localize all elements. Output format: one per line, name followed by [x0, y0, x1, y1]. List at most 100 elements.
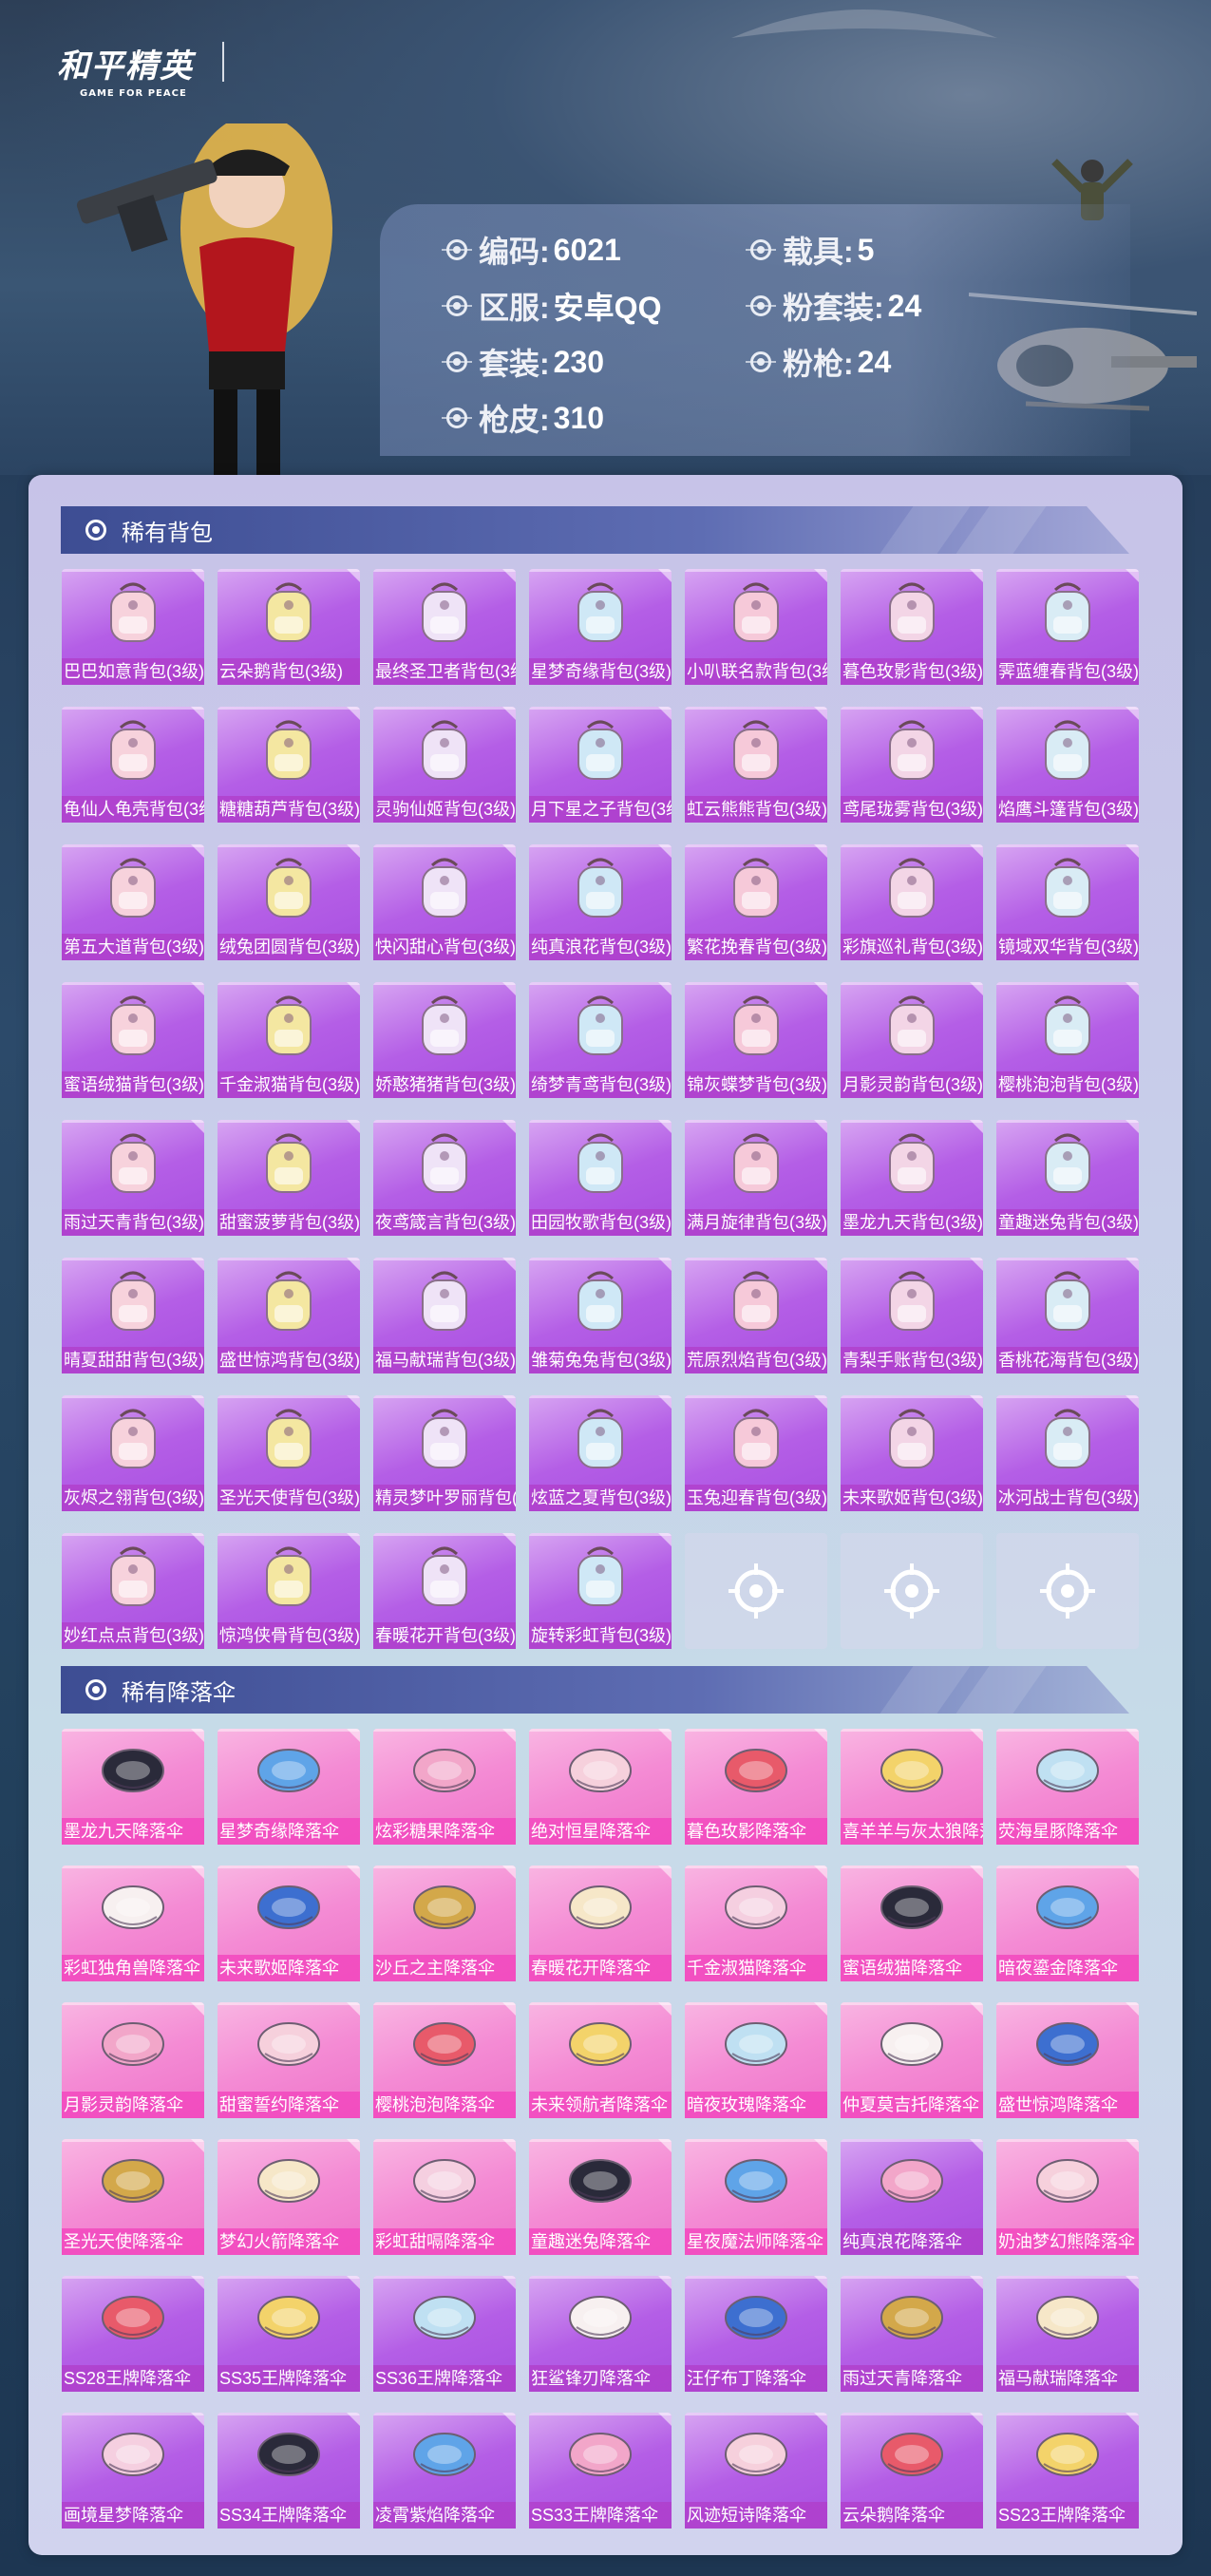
backpack-item[interactable]: 晴夏甜甜背包(3级) — [62, 1258, 204, 1373]
parachute-item[interactable]: 汪仔布丁降落伞 — [685, 2276, 827, 2392]
backpack-item[interactable]: 巴巴如意背包(3级) — [62, 569, 204, 685]
backpack-item[interactable]: 月影灵韵背包(3级) — [841, 982, 983, 1098]
parachute-item[interactable]: SS33王牌降落伞 — [529, 2413, 672, 2529]
backpack-item[interactable]: 鸢尾珑雾背包(3级) — [841, 707, 983, 823]
backpack-item[interactable]: 小叭联名款背包(3级) — [685, 569, 827, 685]
item-label: 雨过天青背包(3级) — [62, 1209, 204, 1236]
backpack-item[interactable]: 灵驹仙姬背包(3级) — [373, 707, 516, 823]
parachute-item[interactable]: 暗夜玫瑰降落伞 — [685, 2002, 827, 2118]
parachute-item[interactable]: 炫彩糖果降落伞 — [373, 1729, 516, 1845]
backpack-item[interactable]: 镜域双华背包(3级) — [996, 844, 1139, 960]
backpack-item[interactable]: 月下星之子背包(3级) — [529, 707, 672, 823]
backpack-item[interactable]: 圣光天使背包(3级) — [218, 1395, 360, 1511]
backpack-item[interactable]: 冰河战士背包(3级) — [996, 1395, 1139, 1511]
backpack-item[interactable]: 妙红点点背包(3级) — [62, 1533, 204, 1649]
backpack-item[interactable]: 旋转彩虹背包(3级) — [529, 1533, 672, 1649]
backpack-item[interactable]: 春暖花开背包(3级) — [373, 1533, 516, 1649]
card-corner — [1126, 2276, 1139, 2289]
parachute-item[interactable]: 月影灵韵降落伞 — [62, 2002, 204, 2118]
backpack-item[interactable]: 田园牧歌背包(3级) — [529, 1120, 672, 1236]
backpack-item[interactable]: 霁蓝缠春背包(3级) — [996, 569, 1139, 685]
backpack-item[interactable]: 玉兔迎春背包(3级) — [685, 1395, 827, 1511]
backpack-item[interactable]: 满月旋律背包(3级) — [685, 1120, 827, 1236]
backpack-item[interactable]: 惊鸿侠骨背包(3级) — [218, 1533, 360, 1649]
backpack-item[interactable]: 雨过天青背包(3级) — [62, 1120, 204, 1236]
backpack-item[interactable]: 彩旗巡礼背包(3级) — [841, 844, 983, 960]
parachute-item[interactable]: 奶油梦幻熊降落伞 — [996, 2139, 1139, 2255]
backpack-item[interactable]: 夜鸢箴言背包(3级) — [373, 1120, 516, 1236]
backpack-item[interactable]: 童趣迷兔背包(3级) — [996, 1120, 1139, 1236]
card-top-line — [373, 2276, 516, 2279]
parachute-item[interactable]: 仲夏莫吉托降落伞 — [841, 2002, 983, 2118]
backpack-item[interactable]: 墨龙九天背包(3级) — [841, 1120, 983, 1236]
parachute-item[interactable]: 春暖花开降落伞 — [529, 1866, 672, 1981]
backpack-item[interactable]: 暮色玫影背包(3级) — [841, 569, 983, 685]
backpack-item[interactable]: 炫蓝之夏背包(3级) — [529, 1395, 672, 1511]
backpack-item[interactable]: 精灵梦叶罗丽背包(3级) — [373, 1395, 516, 1511]
backpack-item[interactable]: 绒兔团圆背包(3级) — [218, 844, 360, 960]
backpack-item[interactable]: 福马献瑞背包(3级) — [373, 1258, 516, 1373]
parachute-item[interactable]: 千金淑猫降落伞 — [685, 1866, 827, 1981]
parachute-item[interactable]: 雨过天青降落伞 — [841, 2276, 983, 2392]
backpack-item[interactable]: 樱桃泡泡背包(3级) — [996, 982, 1139, 1098]
parachute-item[interactable]: 沙丘之主降落伞 — [373, 1866, 516, 1981]
parachute-item[interactable]: 星夜魔法师降落伞 — [685, 2139, 827, 2255]
backpack-item[interactable]: 第五大道背包(3级) — [62, 844, 204, 960]
backpack-item[interactable]: 千金淑猫背包(3级) — [218, 982, 360, 1098]
parachute-item[interactable]: 梦幻火箭降落伞 — [218, 2139, 360, 2255]
parachute-item[interactable]: SS28王牌降落伞 — [62, 2276, 204, 2392]
backpack-item[interactable]: 星梦奇缘背包(3级) — [529, 569, 672, 685]
parachute-item[interactable]: 墨龙九天降落伞 — [62, 1729, 204, 1845]
parachute-item[interactable]: 圣光天使降落伞 — [62, 2139, 204, 2255]
parachute-item[interactable]: 甜蜜誓约降落伞 — [218, 2002, 360, 2118]
parachute-item[interactable]: 童趣迷兔降落伞 — [529, 2139, 672, 2255]
backpack-item[interactable]: 盛世惊鸿背包(3级) — [218, 1258, 360, 1373]
backpack-item[interactable]: 荒原烈焰背包(3级) — [685, 1258, 827, 1373]
backpack-item[interactable]: 龟仙人龟壳背包(3级) — [62, 707, 204, 823]
backpack-item[interactable]: 青梨手账背包(3级) — [841, 1258, 983, 1373]
parachute-item[interactable]: 暮色玫影降落伞 — [685, 1729, 827, 1845]
backpack-item[interactable]: 焰鹰斗篷背包(3级) — [996, 707, 1139, 823]
item-label: 月下星之子背包(3级) — [529, 796, 672, 823]
parachute-item[interactable]: 盛世惊鸿降落伞 — [996, 2002, 1139, 2118]
parachute-item[interactable]: 绝对恒星降落伞 — [529, 1729, 672, 1845]
backpack-item[interactable]: 锦灰蝶梦背包(3级) — [685, 982, 827, 1098]
parachute-item[interactable]: 狂鲨锋刃降落伞 — [529, 2276, 672, 2392]
backpack-item[interactable]: 云朵鹅背包(3级) — [218, 569, 360, 685]
backpack-item[interactable]: 蜜语绒猫背包(3级) — [62, 982, 204, 1098]
parachute-item[interactable]: SS35王牌降落伞 — [218, 2276, 360, 2392]
backpack-item[interactable]: 未来歌姬背包(3级) — [841, 1395, 983, 1511]
parachute-item[interactable]: 喜羊羊与灰太狼降落伞 — [841, 1729, 983, 1845]
parachute-item[interactable]: 彩虹独角兽降落伞 — [62, 1866, 204, 1981]
backpack-item[interactable]: 娇憨猪猪背包(3级) — [373, 982, 516, 1098]
backpack-item[interactable]: 最终圣卫者背包(3级) — [373, 569, 516, 685]
parachute-item[interactable]: 樱桃泡泡降落伞 — [373, 2002, 516, 2118]
backpack-item[interactable]: 虹云熊熊背包(3级) — [685, 707, 827, 823]
parachute-item[interactable]: 暗夜鎏金降落伞 — [996, 1866, 1139, 1981]
parachute-item[interactable]: 凌霄紫焰降落伞 — [373, 2413, 516, 2529]
backpack-item[interactable]: 灰烬之翎背包(3级) — [62, 1395, 204, 1511]
backpack-item[interactable]: 香桃花海背包(3级) — [996, 1258, 1139, 1373]
parachute-item[interactable]: 未来歌姬降落伞 — [218, 1866, 360, 1981]
parachute-item[interactable]: 纯真浪花降落伞 — [841, 2139, 983, 2255]
backpack-item[interactable]: 绮梦青鸢背包(3级) — [529, 982, 672, 1098]
backpack-item[interactable]: 纯真浪花背包(3级) — [529, 844, 672, 960]
parachute-item[interactable]: 未来领航者降落伞 — [529, 2002, 672, 2118]
backpack-item[interactable]: 雏菊兔兔背包(3级) — [529, 1258, 672, 1373]
parachute-item[interactable]: 云朵鹅降落伞 — [841, 2413, 983, 2529]
backpack-item[interactable]: 甜蜜菠萝背包(3级) — [218, 1120, 360, 1236]
parachute-item[interactable]: 风迹短诗降落伞 — [685, 2413, 827, 2529]
parachute-item[interactable]: SS34王牌降落伞 — [218, 2413, 360, 2529]
parachute-item[interactable]: 荧海星豚降落伞 — [996, 1729, 1139, 1845]
backpack-item[interactable]: 糖糖葫芦背包(3级) — [218, 707, 360, 823]
card-corner — [347, 1258, 360, 1271]
parachute-item[interactable]: 画境星梦降落伞 — [62, 2413, 204, 2529]
backpack-item[interactable]: 快闪甜心背包(3级) — [373, 844, 516, 960]
parachute-item[interactable]: SS36王牌降落伞 — [373, 2276, 516, 2392]
parachute-item[interactable]: SS23王牌降落伞 — [996, 2413, 1139, 2529]
backpack-item[interactable]: 繁花挽春背包(3级) — [685, 844, 827, 960]
parachute-item[interactable]: 彩虹甜嗝降落伞 — [373, 2139, 516, 2255]
parachute-item[interactable]: 福马献瑞降落伞 — [996, 2276, 1139, 2392]
parachute-item[interactable]: 星梦奇缘降落伞 — [218, 1729, 360, 1845]
parachute-item[interactable]: 蜜语绒猫降落伞 — [841, 1866, 983, 1981]
